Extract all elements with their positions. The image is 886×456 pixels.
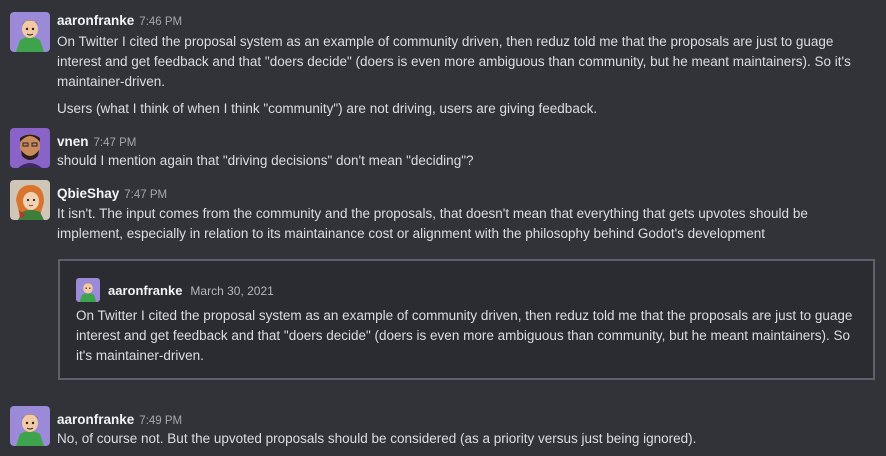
message-header: QbieShay 7:47 PM <box>57 186 167 203</box>
qbieshay-avatar[interactable] <box>10 180 50 220</box>
author-name[interactable]: vnen <box>57 134 89 149</box>
quoted-text: On Twitter I cited the proposal system a… <box>76 308 853 363</box>
message-text: Users (what I think of when I think "com… <box>57 101 598 116</box>
quoted-author-avatar <box>76 278 100 302</box>
quoted-header: aaronfranke March 30, 2021 <box>108 283 274 299</box>
timestamp: 7:49 PM <box>139 415 183 427</box>
vnen-avatar[interactable] <box>10 128 50 168</box>
quoted-message[interactable]: aaronfranke March 30, 2021 On Twitter I c… <box>58 259 875 380</box>
message-header: vnen 7:47 PM <box>57 134 136 151</box>
author-name[interactable]: QbieShay <box>57 186 119 201</box>
quoted-author-name[interactable]: aaronfranke <box>108 283 182 298</box>
timestamp: 7:47 PM <box>93 137 137 149</box>
quoted-date: March 30, 2021 <box>190 284 274 298</box>
timestamp: 7:46 PM <box>139 16 183 28</box>
aaronfranke-avatar[interactable] <box>10 12 50 52</box>
message-text: No, of course not. But the upvoted propo… <box>57 431 697 446</box>
author-name[interactable]: aaronfranke <box>57 13 134 28</box>
message-text: On Twitter I cited the proposal system a… <box>57 34 851 89</box>
message-text: should I mention again that "driving dec… <box>57 153 474 168</box>
author-name[interactable]: aaronfranke <box>57 412 134 427</box>
message-header: aaronfranke 7:46 PM <box>57 13 182 30</box>
aaronfranke-avatar[interactable] <box>10 406 50 446</box>
timestamp: 7:47 PM <box>124 189 168 201</box>
message-header: aaronfranke 7:49 PM <box>57 412 182 429</box>
message-text: It isn't. The input comes from the commu… <box>57 206 808 241</box>
